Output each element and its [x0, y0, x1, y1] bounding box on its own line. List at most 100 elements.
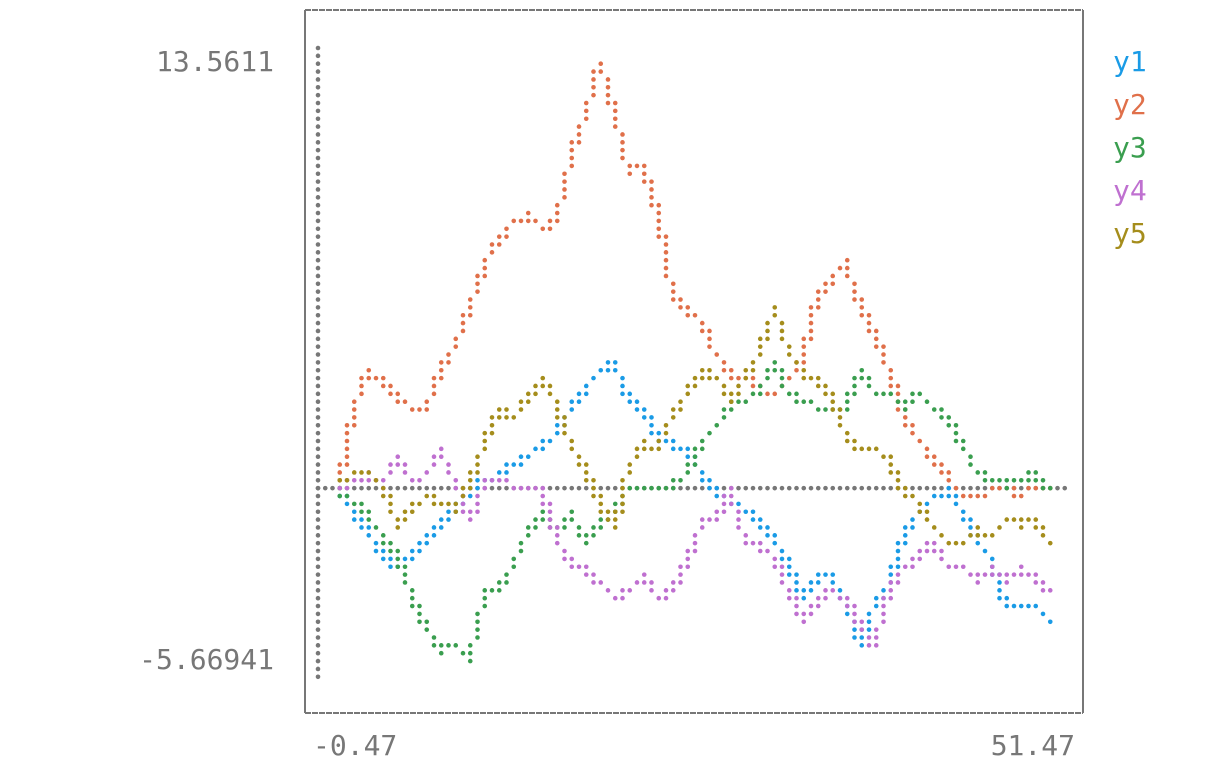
- y-axis-dot: [315, 658, 321, 664]
- y3-dot: [743, 399, 749, 405]
- y2-dot: [815, 297, 821, 302]
- y5-dot: [699, 375, 705, 381]
- y3-dot: [409, 603, 415, 609]
- y2-dot: [815, 289, 821, 294]
- series-y3: [337, 360, 1053, 664]
- y-axis-dot: [315, 399, 321, 405]
- x-tick-label-max: 51.47: [990, 729, 1075, 762]
- y3-dot: [460, 650, 466, 656]
- y3-dot: [475, 627, 480, 632]
- y-axis-dot: [315, 108, 321, 114]
- y1-dot: [707, 478, 712, 483]
- y2-dot: [460, 328, 466, 334]
- y4-dot: [453, 485, 459, 491]
- y3-dot: [757, 391, 763, 397]
- y2-dot: [627, 163, 633, 169]
- y5-dot: [837, 422, 843, 428]
- y-axis-dot: [315, 187, 321, 192]
- y4-dot: [743, 533, 749, 538]
- y2-dot: [765, 391, 770, 397]
- y1-dot: [1047, 619, 1053, 625]
- y5-dot: [946, 540, 952, 546]
- y2-dot: [808, 312, 814, 318]
- y3-dot: [583, 533, 589, 538]
- y3-dot: [409, 595, 415, 601]
- y4-dot: [366, 478, 372, 483]
- y5-dot: [786, 352, 792, 357]
- y2-dot: [649, 179, 654, 184]
- y4-dot: [547, 501, 553, 507]
- y4-dot: [409, 478, 415, 483]
- y2-dot: [641, 163, 647, 169]
- y5-dot: [453, 509, 459, 515]
- y3-dot: [866, 375, 872, 381]
- y2-dot: [576, 132, 582, 137]
- y2-dot: [699, 320, 705, 326]
- y5-dot: [511, 415, 517, 420]
- y2-dot: [612, 124, 618, 129]
- y5-dot: [395, 525, 401, 530]
- y5-dot: [815, 375, 821, 381]
- y2-dot: [562, 179, 567, 184]
- y1-dot: [344, 501, 350, 507]
- y4-dot: [714, 517, 720, 522]
- y1-dot: [605, 360, 611, 365]
- y3-dot: [576, 533, 582, 538]
- y1-dot: [678, 446, 683, 452]
- x-axis-dot: [873, 485, 879, 491]
- y4-dot: [692, 540, 698, 546]
- y2-dot: [750, 383, 756, 389]
- y1-dot: [873, 603, 879, 609]
- y3-dot: [373, 525, 379, 530]
- x-axis-dot: [678, 485, 683, 491]
- y-axis-dot: [315, 572, 321, 577]
- y-axis-dot: [315, 124, 321, 129]
- y4-dot: [1047, 588, 1053, 593]
- y-axis-dot: [315, 195, 321, 200]
- y2-dot: [525, 210, 531, 216]
- y4-dot: [939, 556, 944, 562]
- x-axis-dot: [504, 485, 509, 491]
- x-axis-dot: [881, 485, 886, 491]
- y2-dot: [902, 415, 908, 420]
- y1-dot: [953, 501, 959, 507]
- x-axis-dot: [837, 485, 843, 491]
- x-axis-dot: [322, 485, 328, 491]
- y1-dot: [351, 517, 357, 522]
- y4-dot: [1040, 580, 1046, 585]
- y3-dot: [881, 391, 886, 397]
- y4-dot: [467, 509, 473, 515]
- y3-dot: [533, 525, 538, 530]
- y4-dot: [467, 517, 473, 522]
- y-axis-dot: [315, 210, 321, 216]
- y2-dot: [525, 218, 531, 224]
- y2-dot: [351, 399, 357, 405]
- y1-dot: [779, 548, 785, 554]
- y2-dot: [873, 328, 879, 334]
- y3-dot: [902, 407, 908, 412]
- y5-dot: [402, 509, 408, 515]
- y3-dot: [1026, 470, 1031, 475]
- y1-dot: [837, 588, 843, 593]
- y5-dot: [779, 336, 785, 342]
- y1-dot: [620, 375, 625, 381]
- y1-dot: [794, 572, 799, 577]
- x-axis-dot: [852, 485, 857, 491]
- y3-dot: [910, 399, 915, 405]
- y5-dot: [902, 493, 908, 499]
- y4-dot: [417, 478, 422, 483]
- y5-dot: [721, 391, 727, 397]
- y2-dot: [656, 218, 662, 224]
- y-tick-label-min: -5.66941: [139, 643, 274, 676]
- y3-dot: [1033, 470, 1039, 475]
- y5-dot: [888, 470, 894, 475]
- y1-dot: [409, 548, 415, 554]
- y3-dot: [511, 556, 517, 562]
- y3-dot: [1033, 478, 1039, 483]
- y5-dot: [380, 485, 386, 491]
- x-axis-dot: [583, 485, 589, 491]
- y4-dot: [852, 603, 857, 609]
- y1-dot: [373, 540, 379, 546]
- y5-dot: [707, 367, 712, 373]
- y4-dot: [504, 478, 509, 483]
